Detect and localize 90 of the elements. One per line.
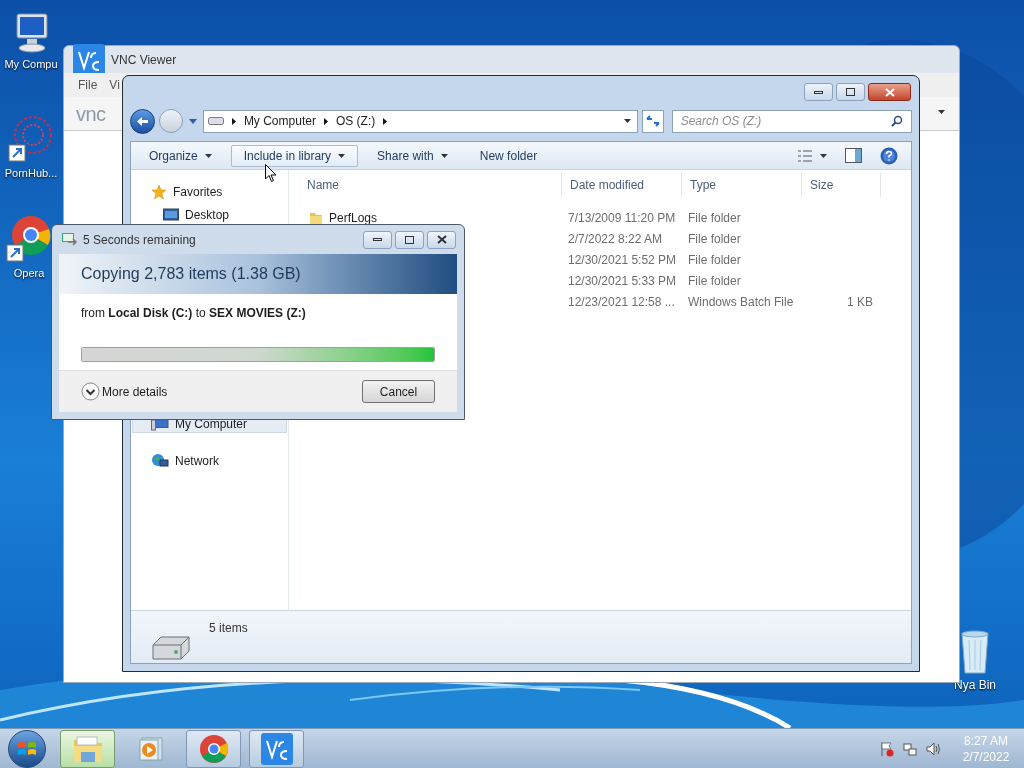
network-icon — [902, 740, 918, 757]
maximize-button[interactable] — [836, 83, 865, 101]
chevron-icon — [383, 117, 388, 125]
pane-icon — [845, 148, 862, 163]
folder-icon — [309, 210, 323, 225]
icon-label[interactable]: Opera — [13, 265, 45, 282]
search-box[interactable]: Search OS (Z:) — [671, 109, 912, 133]
logo: vnc — [76, 101, 106, 127]
toolbar-button[interactable]: Share with — [364, 144, 461, 167]
browser-icon — [5, 215, 53, 263]
sidebar-item[interactable]: Favorites — [132, 182, 287, 201]
star-icon — [151, 183, 167, 200]
menu-item[interactable]: Vi — [109, 76, 120, 94]
chevron-icon — [81, 382, 100, 401]
sidebar-item[interactable]: Desktop — [132, 205, 287, 224]
toolbar-button[interactable]: Organize — [136, 144, 225, 167]
more-details-button[interactable]: More details — [81, 382, 168, 401]
copy-icon — [62, 233, 78, 246]
column-header[interactable]: Size — [801, 173, 881, 197]
breadcrumb-item[interactable]: OS (Z:) — [335, 112, 376, 130]
taskbar-button[interactable] — [60, 729, 115, 768]
chevron-icon — [323, 117, 328, 125]
copy-detail: from Local Disk (C:) to SEX MOVIES (Z:) — [81, 305, 307, 322]
maximize-button[interactable] — [395, 230, 424, 249]
table-cell-text: 1 KB — [847, 293, 873, 311]
start-button[interactable] — [8, 729, 46, 768]
caret-icon — [938, 110, 945, 114]
taskbar-button[interactable] — [249, 729, 304, 768]
close-button[interactable] — [868, 83, 911, 101]
table-cell-text: 12/23/2021 12:58 ... — [567, 293, 676, 311]
folder-icon — [71, 733, 104, 764]
windows-logo-icon — [17, 739, 37, 758]
dialog-heading: Copying 2,783 items (1.38 GB) — [81, 264, 301, 284]
sidebar-item[interactable]: Network — [132, 451, 287, 470]
cancel-button[interactable]: Cancel — [362, 380, 435, 403]
address-bar[interactable]: My Computer OS (Z:) — [202, 109, 638, 133]
caret-icon — [623, 119, 631, 123]
column-header[interactable]: Type — [681, 173, 801, 197]
preview-pane-button[interactable] — [845, 148, 862, 163]
caret-icon — [820, 153, 827, 158]
chrome-icon — [198, 733, 229, 764]
icon-label[interactable]: My Compu — [4, 56, 58, 73]
table-cell-text: File folder — [687, 209, 742, 227]
view-button[interactable] — [798, 149, 827, 162]
back-arrow-icon — [135, 115, 149, 127]
breadcrumb-item[interactable]: My Computer — [243, 112, 316, 130]
flag-icon — [880, 740, 894, 757]
close-button[interactable] — [427, 230, 456, 249]
taskbar-button[interactable] — [186, 729, 241, 768]
list-view-icon — [798, 149, 812, 162]
close-icon — [884, 87, 895, 97]
refresh-icon — [645, 115, 660, 127]
close-icon — [436, 235, 447, 244]
menu-item[interactable]: File — [78, 76, 98, 94]
table-cell-text: 7/13/2009 11:20 PM — [567, 209, 677, 227]
toolbar-button[interactable]: Include in library — [230, 144, 359, 167]
toolbar-button[interactable]: New folder — [466, 144, 551, 167]
minimize-button[interactable] — [804, 83, 833, 101]
table-cell-text: 2/7/2022 8:22 AM — [567, 230, 664, 248]
dialog-title: 5 Seconds remaining — [83, 231, 196, 249]
table-cell-text: File folder — [687, 251, 742, 269]
minimize-button[interactable] — [363, 230, 392, 249]
refresh-button[interactable] — [641, 109, 664, 133]
help-button[interactable] — [880, 146, 898, 165]
volume-icon — [926, 740, 942, 757]
table-cell-text: Windows Batch File — [687, 293, 795, 311]
pointer-icon — [265, 164, 277, 183]
column-header[interactable]: Name — [289, 173, 561, 197]
chevron-icon — [231, 117, 236, 125]
search-icon — [891, 115, 903, 127]
icon-label[interactable]: Nya Bin — [954, 676, 996, 694]
search-field[interactable]: Search OS (Z:) — [680, 112, 891, 130]
desktop-icon — [163, 207, 179, 222]
table-cell-text: File folder — [687, 230, 742, 248]
table-cell-text: 12/30/2021 5:33 PM — [567, 272, 678, 290]
status-text: 5 items — [209, 620, 248, 637]
media-player-icon — [137, 735, 164, 762]
icon-label[interactable]: PornHub... — [4, 165, 58, 182]
shortcut-icon — [7, 115, 55, 163]
help-icon — [880, 146, 898, 165]
table-cell-text: 12/30/2021 5:52 PM — [567, 251, 678, 269]
column-header[interactable]: Date modified — [561, 173, 681, 197]
caret-icon — [188, 118, 197, 124]
window-title: VNC Viewer — [111, 51, 177, 69]
network-icon — [151, 452, 169, 469]
back-button[interactable] — [130, 108, 155, 134]
table-cell-text: File folder — [687, 272, 742, 290]
vnc-icon — [260, 732, 293, 765]
drive-icon — [207, 117, 224, 125]
file-name[interactable]: PerfLogs — [329, 208, 378, 227]
